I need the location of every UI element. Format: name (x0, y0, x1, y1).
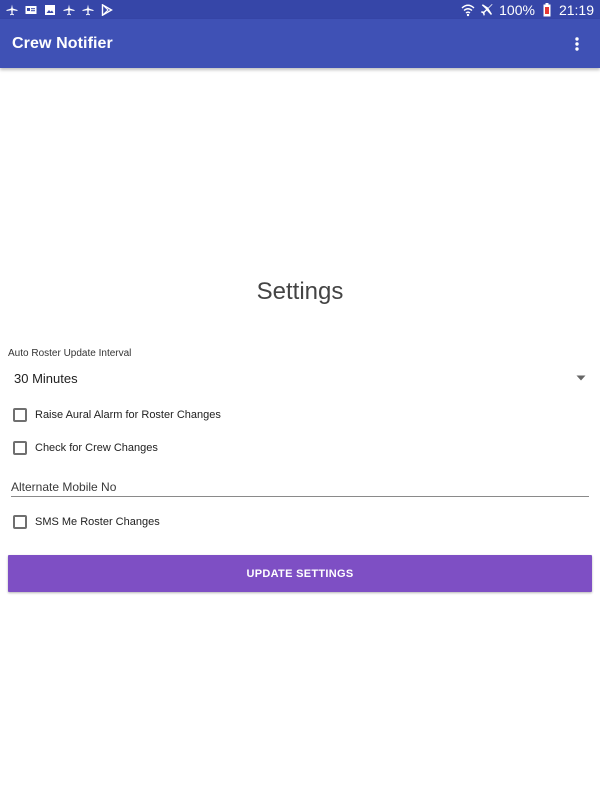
status-bar: 100% 21:19 (0, 0, 600, 19)
image-icon (44, 4, 56, 16)
checkbox-unchecked-icon[interactable] (13, 441, 27, 455)
crew-changes-label: Check for Crew Changes (35, 442, 158, 454)
notification-icons (6, 3, 113, 16)
aural-alarm-checkbox[interactable]: Raise Aural Alarm for Roster Changes (8, 403, 221, 427)
dropdown-arrow-icon (576, 375, 586, 381)
battery-icon (540, 2, 554, 17)
sms-roster-checkbox[interactable]: SMS Me Roster Changes (8, 510, 160, 534)
interval-value: 30 Minutes (14, 370, 78, 386)
alternate-mobile-field[interactable] (11, 473, 589, 497)
plane-icon (63, 4, 75, 16)
more-vert-icon (575, 36, 579, 51)
clock: 21:19 (558, 1, 594, 18)
checkbox-unchecked-icon[interactable] (13, 515, 27, 529)
airplane-mode-icon (480, 3, 494, 17)
plane-icon (82, 4, 94, 16)
interval-label: Auto Roster Update Interval (8, 348, 132, 359)
alternate-mobile-input[interactable] (11, 480, 589, 494)
play-store-icon (101, 3, 113, 16)
settings-content: Settings Auto Roster Update Interval 30 … (0, 68, 600, 800)
system-status: 100% 21:19 (461, 2, 594, 18)
sms-roster-label: SMS Me Roster Changes (35, 516, 160, 528)
app-title: Crew Notifier (12, 34, 113, 52)
checkbox-unchecked-icon[interactable] (13, 408, 27, 422)
update-settings-button[interactable]: UPDATE SETTINGS (8, 555, 592, 592)
app-bar: Crew Notifier (0, 19, 600, 68)
aural-alarm-label: Raise Aural Alarm for Roster Changes (35, 409, 221, 421)
overflow-menu-button[interactable] (568, 30, 586, 58)
page-title: Settings (256, 278, 344, 305)
interval-dropdown[interactable]: 30 Minutes (8, 364, 592, 392)
id-card-icon (25, 4, 37, 16)
battery-percent: 100% (499, 1, 535, 18)
crew-changes-checkbox[interactable]: Check for Crew Changes (8, 436, 158, 460)
plane-icon (6, 4, 18, 16)
wifi-icon (461, 3, 475, 17)
